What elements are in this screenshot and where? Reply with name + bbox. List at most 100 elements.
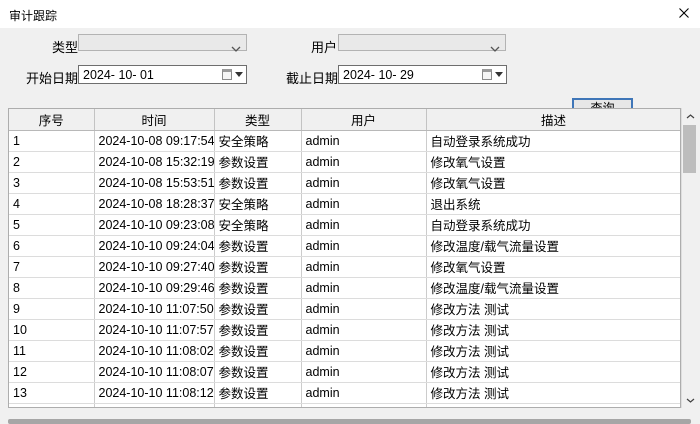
table-row[interactable]: 2 2024-10-08 15:32:19 参数设置 admin 修改氧气设置 xyxy=(9,151,681,172)
table-cell-time: 2024-10-08 09:17:54 xyxy=(94,130,214,151)
table-cell-index: 5 xyxy=(9,214,94,235)
table-body: 1 2024-10-08 09:17:54 安全策略 admin 自动登录系统成… xyxy=(9,130,681,408)
start-date-picker-button[interactable] xyxy=(219,68,243,81)
chevron-down-icon xyxy=(490,40,500,55)
table-cell-description: 退出系统 xyxy=(426,193,681,214)
table-row[interactable]: 7 2024-10-10 09:27:40 参数设置 admin 修改氧气设置 xyxy=(9,256,681,277)
table-cell-type: 参数设置 xyxy=(214,361,301,382)
end-date-input[interactable]: 2024- 10- 29 xyxy=(338,65,507,84)
table-cell-user: admin xyxy=(301,151,426,172)
table-row[interactable]: 11 2024-10-10 11:08:02 参数设置 admin 修改方法 测… xyxy=(9,340,681,361)
table-cell-user: admin xyxy=(301,193,426,214)
table-cell-time: 2024-10-08 18:28:37 xyxy=(94,193,214,214)
column-header-index[interactable]: 序号 xyxy=(9,109,94,130)
calendar-icon xyxy=(222,69,232,80)
table-cell-time: 2024-10-10 11:07:50 xyxy=(94,298,214,319)
user-label: 用户 xyxy=(311,37,337,56)
table-row[interactable]: 13 2024-10-10 11:08:12 参数设置 admin 修改方法 测… xyxy=(9,382,681,403)
table-cell-description xyxy=(426,403,681,408)
table-cell-user: admin xyxy=(301,298,426,319)
scroll-up-arrow-icon[interactable] xyxy=(682,108,698,124)
table-row[interactable]: 12 2024-10-10 11:08:07 参数设置 admin 修改方法 测… xyxy=(9,361,681,382)
dropdown-arrow-icon xyxy=(495,72,503,77)
table-cell-type: 安全策略 xyxy=(214,214,301,235)
table-cell-type: 参数设置 xyxy=(214,256,301,277)
table-cell-description: 修改方法 测试 xyxy=(426,319,681,340)
table-cell-time: 2024-10-10 11:08:07 xyxy=(94,361,214,382)
table-cell-type xyxy=(214,403,301,408)
column-header-time[interactable]: 时间 xyxy=(94,109,214,130)
table-cell-index: 9 xyxy=(9,298,94,319)
table-cell-time xyxy=(94,403,214,408)
table-row[interactable]: 5 2024-10-10 09:23:08 安全策略 admin 自动登录系统成… xyxy=(9,214,681,235)
table-row[interactable]: 10 2024-10-10 11:07:57 参数设置 admin 修改方法 测… xyxy=(9,319,681,340)
table-cell-user: admin xyxy=(301,340,426,361)
table-row-partial[interactable] xyxy=(9,403,681,408)
table-cell-description: 修改氧气设置 xyxy=(426,172,681,193)
vertical-scrollbar-thumb[interactable] xyxy=(683,125,696,173)
column-header-type[interactable]: 类型 xyxy=(214,109,301,130)
audit-table: 序号 时间 类型 用户 描述 1 2024-10-08 09:17:54 安全策… xyxy=(8,108,681,408)
table-cell-user: admin xyxy=(301,256,426,277)
end-date-label: 截止日期 xyxy=(286,68,338,87)
table-cell-index: 4 xyxy=(9,193,94,214)
table-cell-time: 2024-10-10 11:07:57 xyxy=(94,319,214,340)
table-cell-index: 13 xyxy=(9,382,94,403)
table-cell-index: 11 xyxy=(9,340,94,361)
table-cell-time: 2024-10-10 11:08:02 xyxy=(94,340,214,361)
table-cell-type: 安全策略 xyxy=(214,130,301,151)
table-cell-user: admin xyxy=(301,235,426,256)
dropdown-arrow-icon xyxy=(235,72,243,77)
horizontal-scrollbar-thumb[interactable] xyxy=(8,419,691,424)
table-row[interactable]: 3 2024-10-08 15:53:51 参数设置 admin 修改氧气设置 xyxy=(9,172,681,193)
table-row[interactable]: 4 2024-10-08 18:28:37 安全策略 admin 退出系统 xyxy=(9,193,681,214)
table-cell-user: admin xyxy=(301,130,426,151)
table-cell-index: 3 xyxy=(9,172,94,193)
table-cell-user: admin xyxy=(301,319,426,340)
table-cell-type: 参数设置 xyxy=(214,151,301,172)
table-cell-type: 参数设置 xyxy=(214,172,301,193)
column-header-description[interactable]: 描述 xyxy=(426,109,681,130)
table-cell-index: 12 xyxy=(9,361,94,382)
vertical-scrollbar[interactable] xyxy=(681,108,697,408)
table-cell-type: 参数设置 xyxy=(214,319,301,340)
table-cell-description: 自动登录系统成功 xyxy=(426,130,681,151)
table-cell-type: 参数设置 xyxy=(214,298,301,319)
table-cell-time: 2024-10-10 09:27:40 xyxy=(94,256,214,277)
table-cell-user: admin xyxy=(301,382,426,403)
table-cell-index: 2 xyxy=(9,151,94,172)
table-cell-description: 修改温度/载气流量设置 xyxy=(426,235,681,256)
table-cell-description: 修改方法 测试 xyxy=(426,340,681,361)
table-cell-index: 6 xyxy=(9,235,94,256)
start-date-input[interactable]: 2024- 10- 01 xyxy=(78,65,247,84)
end-date-picker-button[interactable] xyxy=(479,68,503,81)
table-cell-user: admin xyxy=(301,214,426,235)
table-header-row: 序号 时间 类型 用户 描述 xyxy=(9,109,681,130)
table-cell-type: 参数设置 xyxy=(214,340,301,361)
table-row[interactable]: 1 2024-10-08 09:17:54 安全策略 admin 自动登录系统成… xyxy=(9,130,681,151)
table-cell-user xyxy=(301,403,426,408)
table-cell-description: 修改方法 测试 xyxy=(426,298,681,319)
table-row[interactable]: 9 2024-10-10 11:07:50 参数设置 admin 修改方法 测试 xyxy=(9,298,681,319)
table-cell-index: 7 xyxy=(9,256,94,277)
table-cell-description: 修改温度/载气流量设置 xyxy=(426,277,681,298)
column-header-user[interactable]: 用户 xyxy=(301,109,426,130)
end-date-value: 2024- 10- 29 xyxy=(343,68,414,82)
table-cell-index: 10 xyxy=(9,319,94,340)
table-cell-type: 参数设置 xyxy=(214,382,301,403)
type-combobox[interactable] xyxy=(78,34,247,51)
table-row[interactable]: 8 2024-10-10 09:29:46 参数设置 admin 修改温度/载气… xyxy=(9,277,681,298)
user-combobox[interactable] xyxy=(338,34,506,51)
table-cell-description: 修改氧气设置 xyxy=(426,151,681,172)
table-cell-index: 8 xyxy=(9,277,94,298)
chevron-down-icon xyxy=(231,40,241,55)
scroll-down-arrow-icon[interactable] xyxy=(682,392,698,408)
table-cell-description: 自动登录系统成功 xyxy=(426,214,681,235)
table-cell-index: 1 xyxy=(9,130,94,151)
type-label: 类型 xyxy=(52,37,78,56)
table-row[interactable]: 6 2024-10-10 09:24:04 参数设置 admin 修改温度/载气… xyxy=(9,235,681,256)
table-cell-index xyxy=(9,403,94,408)
close-icon xyxy=(678,7,690,19)
titlebar: 审计跟踪 xyxy=(0,0,700,28)
close-button[interactable] xyxy=(673,2,695,24)
